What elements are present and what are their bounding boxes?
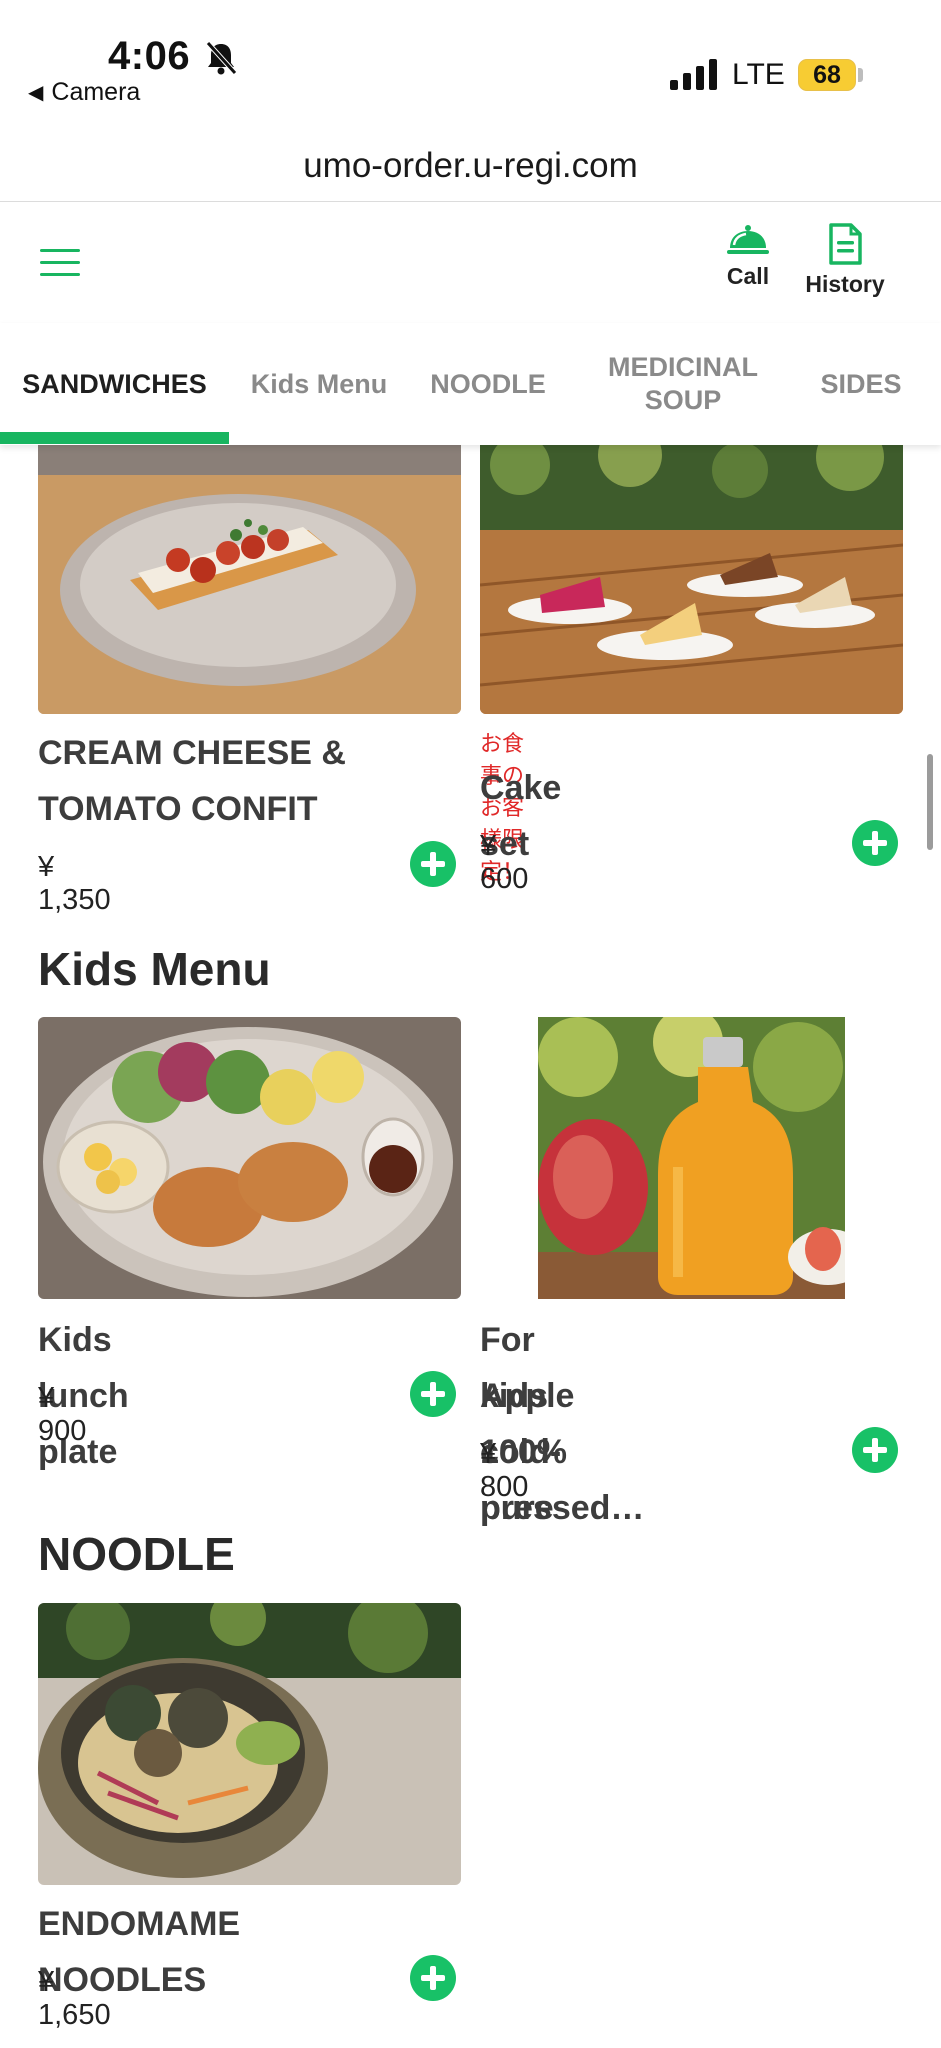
history-label: History [805, 271, 885, 297]
network-type: LTE [732, 58, 785, 91]
item-price: ¥ 600 [480, 830, 529, 895]
call-button[interactable]: Call [718, 223, 778, 290]
document-icon [829, 223, 862, 265]
cake-set-photo[interactable] [480, 445, 903, 714]
category-tabs: SANDWICHES Kids Menu NOODLE MEDICINAL SO… [0, 323, 941, 445]
menu-icon[interactable] [40, 249, 80, 279]
app-header: Call History [0, 203, 941, 323]
add-to-cart-button[interactable] [852, 820, 898, 866]
add-to-cart-button[interactable] [410, 1955, 456, 2001]
scrollbar-thumb[interactable] [927, 754, 933, 850]
active-tab-indicator [0, 432, 229, 444]
endomame-noodles-photo[interactable] [38, 1603, 461, 1885]
add-to-cart-button[interactable] [852, 1427, 898, 1473]
item-price: ¥ 800 [480, 1438, 529, 1503]
signal-strength-icon [670, 59, 717, 90]
tab-kids-menu[interactable]: Kids Menu [229, 323, 409, 445]
url-text: umo-order.u-regi.com [303, 146, 638, 185]
browser-url-bar[interactable]: umo-order.u-regi.com [0, 130, 941, 202]
section-title-noodle: NOODLE [38, 1528, 235, 1580]
status-bar: 4:06 ◀ Camera LTE 68 [0, 0, 941, 130]
item-price: ¥ 1,650 [38, 1966, 111, 2031]
history-button[interactable]: History [795, 223, 895, 298]
item-name-line2: TOMATO CONFIT [38, 790, 318, 828]
menu-list: CREAM CHEESE & TOMATO CONFIT ¥ 1,350 お食事… [0, 445, 941, 2048]
back-arrow-icon: ◀ [28, 82, 44, 104]
status-time: 4:06 [108, 34, 191, 78]
back-camera-label: Camera [51, 78, 141, 106]
battery-icon: 68 [798, 59, 856, 91]
tab-noodle[interactable]: NOODLE [409, 323, 567, 445]
item-price: ¥ 1,350 [38, 851, 111, 916]
item-price: ¥ 900 [38, 1382, 87, 1447]
tab-sides[interactable]: SIDES [795, 323, 927, 445]
tab-medicinal-soup[interactable]: MEDICINAL SOUP [585, 323, 781, 445]
cream-cheese-photo[interactable] [38, 445, 461, 714]
kids-lunch-plate-photo[interactable] [38, 1017, 461, 1299]
apple-juice-photo[interactable] [538, 1017, 845, 1299]
section-title-kids-menu: Kids Menu [38, 943, 271, 995]
back-to-camera-link[interactable]: ◀ Camera [28, 78, 140, 107]
battery-cap [858, 68, 863, 82]
item-name-line1: CREAM CHEESE & [38, 734, 346, 772]
battery-level: 68 [813, 61, 841, 89]
bell-muted-icon [206, 41, 237, 75]
add-to-cart-button[interactable] [410, 841, 456, 887]
call-label: Call [726, 263, 770, 289]
tab-sandwiches[interactable]: SANDWICHES [0, 323, 229, 445]
add-to-cart-button[interactable] [410, 1371, 456, 1417]
service-bell-icon [727, 225, 769, 254]
